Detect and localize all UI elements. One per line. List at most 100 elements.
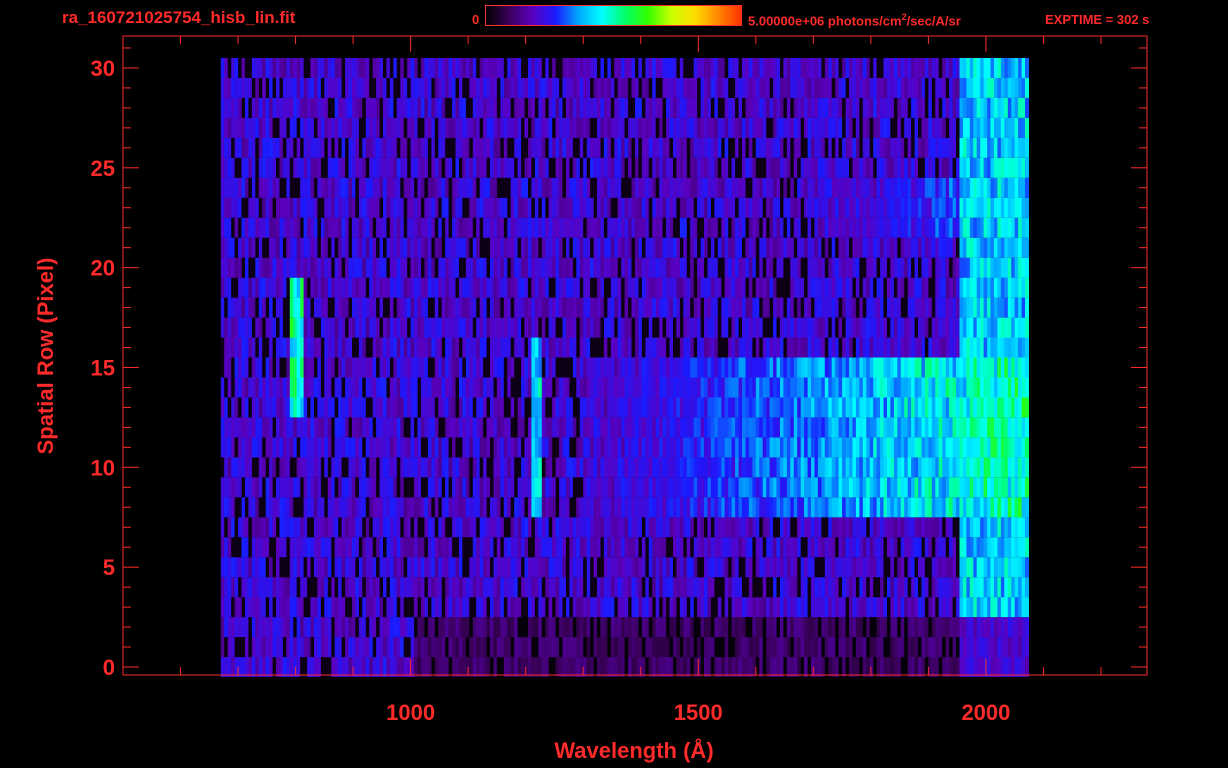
- heatmap-cell: [262, 357, 267, 378]
- heatmap-cell: [231, 597, 236, 618]
- heatmap-cell: [697, 617, 702, 638]
- heatmap-cell: [234, 537, 239, 558]
- heatmap-cell: [824, 557, 829, 578]
- heatmap-cell: [648, 597, 653, 618]
- heatmap-cell: [369, 237, 374, 258]
- heatmap-cell: [510, 657, 515, 677]
- heatmap-cell: [289, 297, 294, 318]
- heatmap-cell: [748, 297, 753, 318]
- heatmap-cell: [862, 357, 867, 378]
- heatmap-cell: [742, 277, 746, 298]
- heatmap-cell: [355, 517, 360, 538]
- heatmap-cell: [400, 457, 405, 478]
- heatmap-cell: [389, 437, 394, 458]
- heatmap-cell: [862, 617, 867, 638]
- heatmap-cell: [704, 277, 708, 298]
- heatmap-cell: [258, 397, 263, 418]
- heatmap-cell: [434, 657, 439, 677]
- heatmap-cell: [742, 617, 746, 638]
- heatmap-cell: [234, 257, 239, 278]
- heatmap-cell: [617, 497, 622, 518]
- heatmap-cell: [310, 517, 315, 538]
- heatmap-cell: [842, 517, 847, 538]
- heatmap-cell: [724, 377, 729, 398]
- heatmap-cell: [331, 637, 336, 658]
- heatmap-cell: [427, 317, 432, 338]
- heatmap-cell: [969, 557, 974, 578]
- heatmap-cell: [938, 417, 943, 438]
- heatmap-cell: [869, 657, 874, 677]
- heatmap-cell: [990, 277, 995, 298]
- heatmap-cell: [427, 397, 432, 418]
- heatmap-cell: [1025, 577, 1029, 598]
- heatmap-cell: [496, 417, 501, 438]
- heatmap-cell: [731, 577, 736, 598]
- heatmap-cell: [590, 457, 595, 478]
- heatmap-cell: [531, 617, 536, 638]
- heatmap-cell: [417, 477, 422, 498]
- heatmap-cell: [1025, 657, 1029, 677]
- heatmap-cell: [403, 457, 408, 478]
- heatmap-cell: [938, 297, 943, 318]
- heatmap-cell: [704, 617, 708, 638]
- heatmap-cell: [924, 277, 929, 298]
- heatmap-cell: [469, 477, 474, 498]
- heatmap-cell: [438, 437, 443, 458]
- heatmap-cell: [710, 617, 715, 638]
- heatmap-cell: [918, 497, 922, 518]
- heatmap-cell: [569, 637, 574, 658]
- heatmap-cell: [748, 397, 753, 418]
- heatmap-cell: [490, 297, 494, 318]
- heatmap-cell: [441, 477, 446, 498]
- heatmap-cell: [603, 317, 608, 338]
- heatmap-cell: [476, 577, 481, 598]
- heatmap-cell: [289, 657, 294, 677]
- heatmap-cell: [590, 377, 595, 398]
- heatmap-cell: [331, 337, 336, 358]
- heatmap-cell: [541, 577, 546, 598]
- heatmap-cell: [248, 357, 253, 378]
- heatmap-cell: [324, 577, 329, 598]
- heatmap-cell: [441, 517, 446, 538]
- heatmap-cell: [697, 497, 702, 518]
- heatmap-cell: [400, 277, 405, 298]
- heatmap-cell: [742, 337, 746, 358]
- heatmap-cell: [742, 497, 746, 518]
- heatmap-cell: [742, 637, 746, 658]
- heatmap-cell: [438, 617, 443, 638]
- heatmap-cell: [241, 517, 246, 538]
- heatmap-cell: [583, 457, 588, 478]
- heatmap-cell: [327, 297, 332, 318]
- heatmap-cell: [717, 457, 722, 478]
- heatmap-cell: [1018, 597, 1023, 618]
- heatmap-cell: [804, 417, 809, 438]
- heatmap-cell: [341, 457, 346, 478]
- heatmap-cell: [227, 297, 232, 318]
- heatmap-cell: [890, 357, 895, 378]
- heatmap-cell: [227, 337, 232, 358]
- heatmap-cell: [849, 297, 853, 318]
- heatmap-cell: [824, 317, 829, 338]
- heatmap-cell: [434, 537, 439, 558]
- heatmap-cell: [365, 617, 370, 638]
- heatmap-cell: [524, 537, 529, 558]
- heatmap-cell: [424, 357, 429, 378]
- heatmap-cell: [648, 517, 653, 538]
- heatmap-cell: [417, 277, 422, 298]
- heatmap-cell: [710, 597, 715, 618]
- heatmap-cell: [811, 537, 815, 558]
- heatmap-cell: [234, 377, 239, 398]
- heatmap-cell: [748, 657, 753, 677]
- heatmap-cell: [289, 517, 294, 538]
- heatmap-cell: [348, 397, 353, 418]
- heatmap-cell: [717, 557, 722, 578]
- heatmap-cell: [490, 457, 494, 478]
- heatmap-cell: [710, 417, 715, 438]
- heatmap-cell: [942, 637, 947, 658]
- heatmap-cell: [635, 637, 639, 658]
- heatmap-cell: [258, 577, 263, 598]
- heatmap-cell: [783, 317, 788, 338]
- heatmap-cell: [327, 557, 332, 578]
- heatmap-cell: [931, 637, 936, 658]
- heatmap-cell: [603, 477, 608, 498]
